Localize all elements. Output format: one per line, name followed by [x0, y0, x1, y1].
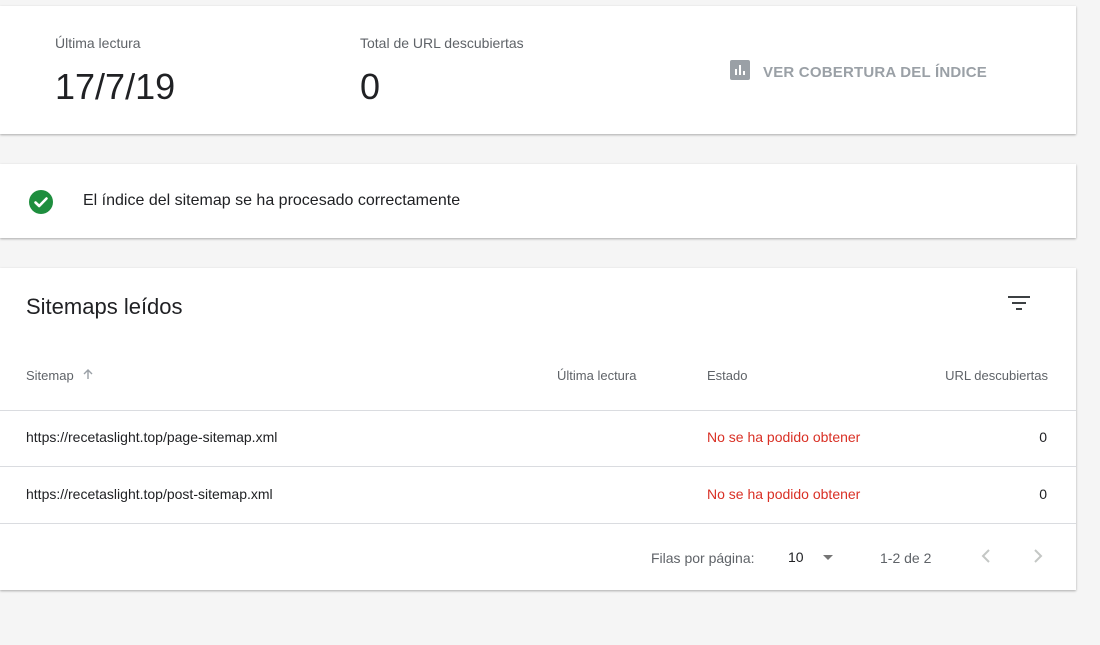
column-header-state[interactable]: Estado — [707, 368, 747, 383]
pagination-range: 1-2 de 2 — [880, 550, 932, 566]
column-header-last-read[interactable]: Última lectura — [557, 368, 636, 383]
filter-button[interactable] — [1006, 290, 1032, 316]
sitemap-url-count: 0 — [1039, 486, 1047, 502]
pagination-bar: Filas por página: 10 1-2 de 2 — [0, 526, 1076, 586]
table-title: Sitemaps leídos — [26, 294, 183, 319]
next-page-button[interactable] — [1026, 544, 1050, 568]
rows-per-page-select[interactable]: 10 — [788, 548, 834, 566]
view-index-coverage-button[interactable]: VER COBERTURA DEL ÍNDICE — [730, 60, 987, 85]
previous-page-button[interactable] — [974, 544, 998, 568]
view-index-coverage-label: VER COBERTURA DEL ÍNDICE — [763, 64, 987, 81]
chevron-left-icon — [974, 549, 998, 572]
row-divider — [0, 523, 1076, 524]
bar-chart-icon — [730, 60, 750, 85]
sitemap-url: https://recetaslight.top/post-sitemap.xm… — [26, 486, 273, 502]
total-urls-label: Total de URL descubiertas — [360, 35, 524, 51]
last-read-label: Última lectura — [55, 35, 141, 51]
rows-per-page-value: 10 — [788, 549, 804, 565]
filter-icon — [1006, 296, 1032, 320]
dropdown-arrow-icon — [804, 548, 834, 566]
status-card: El índice del sitemap se ha procesado co… — [0, 164, 1076, 238]
summary-card: Última lectura 17/7/19 Total de URL desc… — [0, 6, 1076, 134]
chevron-right-icon — [1026, 549, 1050, 572]
column-header-sitemap[interactable]: Sitemap — [26, 368, 94, 383]
table-row[interactable]: https://recetaslight.top/page-sitemap.xm… — [0, 410, 1076, 466]
sitemap-state: No se ha podido obtener — [707, 429, 861, 445]
last-read-value: 17/7/19 — [55, 66, 176, 107]
sitemap-state: No se ha podido obtener — [707, 486, 861, 502]
column-header-urls[interactable]: URL descubiertas — [945, 368, 1048, 383]
column-header-sitemap-label: Sitemap — [26, 368, 74, 383]
check-circle-icon — [29, 190, 53, 214]
sitemap-url: https://recetaslight.top/page-sitemap.xm… — [26, 429, 278, 445]
table-row[interactable]: https://recetaslight.top/post-sitemap.xm… — [0, 467, 1076, 523]
status-message: El índice del sitemap se ha procesado co… — [83, 192, 461, 209]
rows-per-page-label: Filas por página: — [651, 550, 755, 566]
arrow-up-icon — [74, 368, 94, 383]
total-urls-value: 0 — [360, 66, 381, 107]
sitemaps-table-card: Sitemaps leídos Sitemap Última lectura E… — [0, 268, 1076, 590]
sitemap-url-count: 0 — [1039, 429, 1047, 445]
